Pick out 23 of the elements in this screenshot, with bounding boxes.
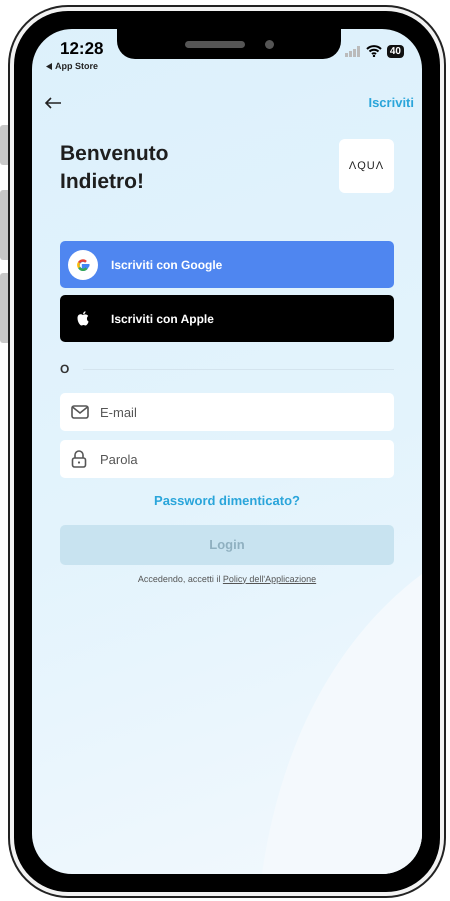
- policy-link[interactable]: Policy dell'Applicazione: [222, 574, 316, 584]
- battery-icon: 40: [386, 44, 404, 58]
- logo: ΛQUΛ: [339, 139, 394, 193]
- signup-link[interactable]: Iscriviti: [368, 93, 414, 113]
- password-field[interactable]: Parola: [60, 440, 394, 478]
- camera-icon: [264, 40, 274, 48]
- welcome-title: Benvenuto Indietro!: [60, 141, 170, 195]
- wifi-icon: [366, 45, 382, 57]
- or-label: O: [60, 361, 70, 378]
- back-to-app-link[interactable]: App Store: [46, 60, 104, 74]
- terms-text: Accedendo, accetti il Policy dell'Applicazione: [136, 572, 318, 586]
- status-time: 12:28: [60, 39, 104, 59]
- back-triangle-icon: [46, 63, 52, 70]
- google-signin-button[interactable]: Iscriviti con Google: [60, 241, 394, 288]
- email-field[interactable]: E-mail: [60, 393, 394, 431]
- back-arrow-icon[interactable]: [44, 97, 62, 109]
- signal-icon: [344, 46, 361, 56]
- forgot-password-link[interactable]: Password dimenticato?: [154, 491, 300, 510]
- google-g-icon: [68, 250, 98, 280]
- apple-signin-button[interactable]: Iscriviti con Apple: [60, 295, 394, 342]
- speaker-icon: [184, 40, 244, 48]
- mail-icon: [71, 405, 89, 419]
- lock-icon: [71, 450, 87, 468]
